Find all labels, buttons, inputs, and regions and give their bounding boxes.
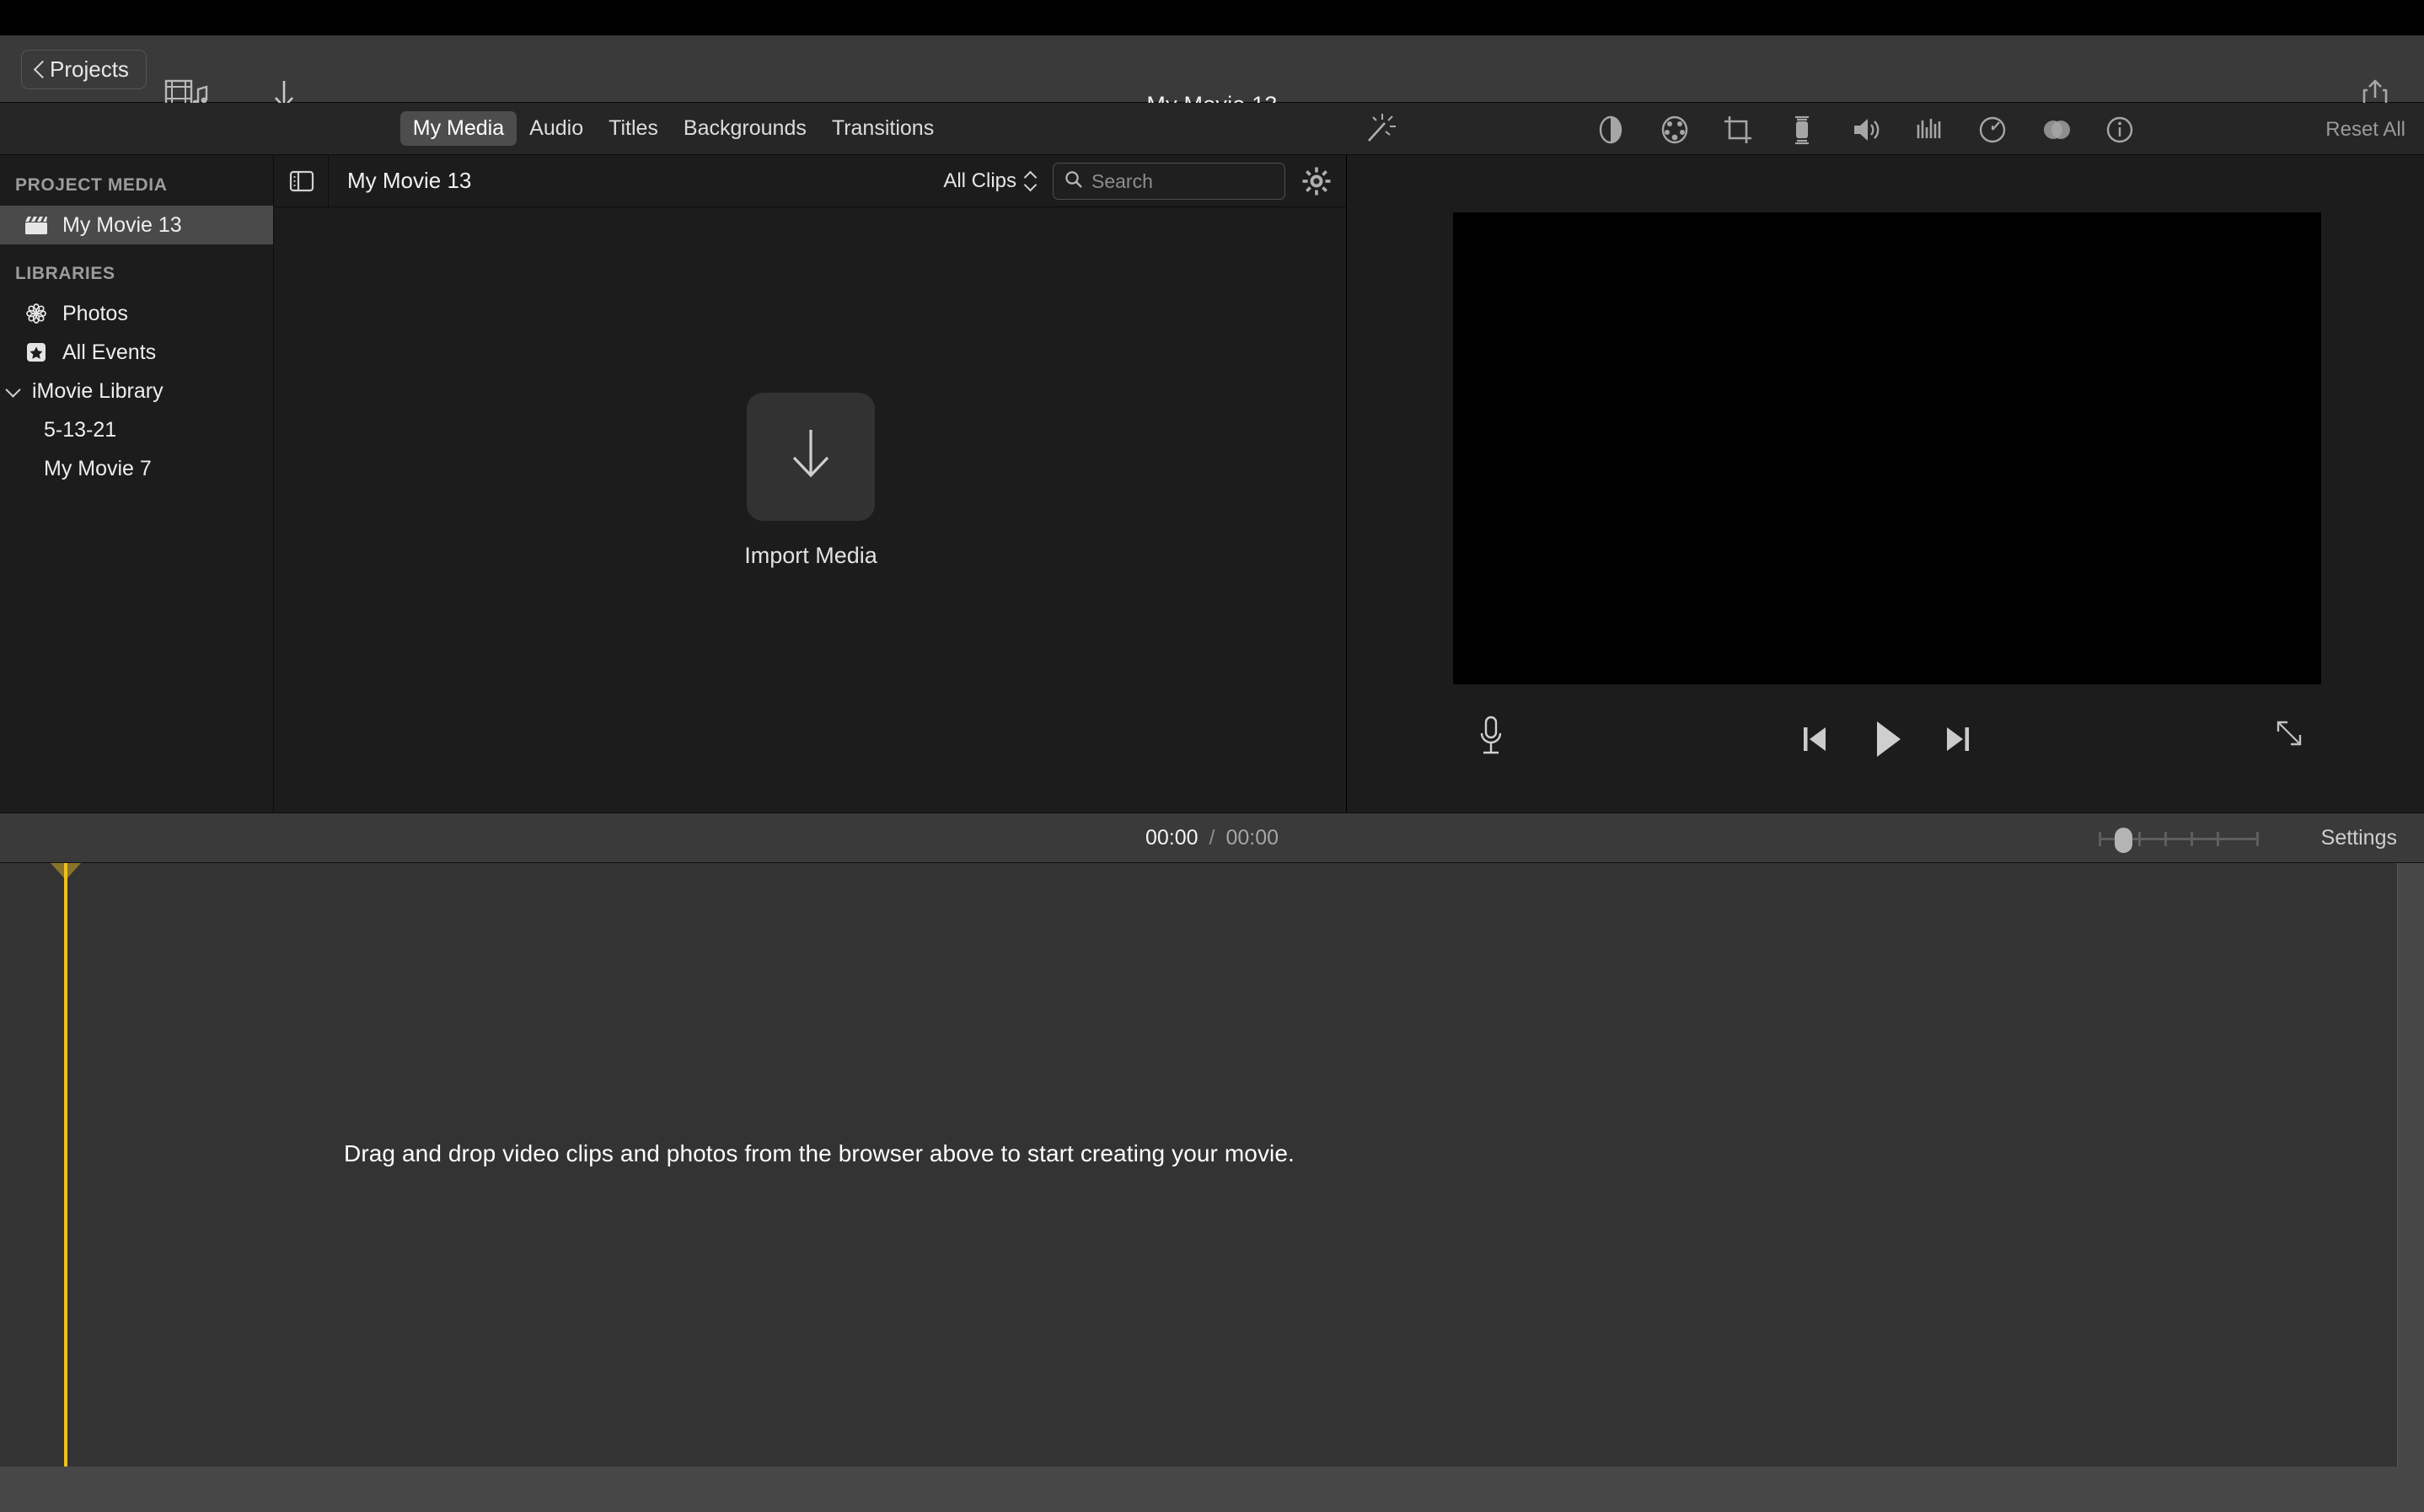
- sidebar-item-all-events[interactable]: All Events: [0, 333, 273, 372]
- sidebar: PROJECT MEDIA My Movie 13 LIBRARIES Phot…: [0, 155, 274, 812]
- timecode-display: 00:00 / 00:00: [0, 813, 2424, 863]
- sidebar-item-label: 5-13-21: [44, 417, 117, 442]
- zoom-tick: [2256, 831, 2259, 846]
- tab-my-media[interactable]: My Media: [400, 111, 518, 146]
- tab-titles[interactable]: Titles: [596, 111, 671, 146]
- expand-icon[interactable]: [2271, 715, 2316, 760]
- import-media-dropzone[interactable]: Import Media: [275, 207, 1347, 812]
- crop-icon[interactable]: [1719, 110, 1757, 149]
- search-input[interactable]: Search: [1053, 163, 1285, 200]
- playhead[interactable]: [64, 863, 67, 1466]
- timeline[interactable]: [0, 863, 2398, 1466]
- volume-icon[interactable]: [1846, 110, 1885, 149]
- clapperboard-icon: [22, 212, 51, 238]
- zoom-slider[interactable]: [2099, 827, 2259, 853]
- color-balance-icon[interactable]: [1591, 110, 1630, 149]
- filters-icon[interactable]: [2037, 110, 2076, 149]
- photos-icon: [22, 301, 51, 326]
- sidebar-section-libraries: LIBRARIES: [15, 264, 115, 283]
- sidebar-item-my-movie-13[interactable]: My Movie 13: [0, 206, 273, 244]
- window-bottom-bar: [0, 1466, 2424, 1512]
- sidebar-toggle-icon[interactable]: [275, 154, 329, 207]
- browser-title: My Movie 13: [347, 168, 472, 193]
- sidebar-item-label: All Events: [62, 340, 157, 364]
- sidebar-item-label: iMovie Library: [32, 378, 164, 403]
- zoom-slider-knob[interactable]: [2115, 827, 2132, 853]
- tab-audio[interactable]: Audio: [517, 111, 596, 146]
- adjust-toolbar: Reset All: [1347, 103, 2424, 155]
- search-placeholder: Search: [1091, 169, 1153, 192]
- adjust-icon-group: [1591, 110, 2139, 149]
- all-events-icon: [22, 340, 51, 365]
- sidebar-item-label: Photos: [62, 301, 128, 325]
- stabilization-icon[interactable]: [1783, 110, 1821, 149]
- media-tabs: My Media Audio Titles Backgrounds Transi…: [0, 103, 1347, 155]
- zoom-tick: [2191, 831, 2193, 846]
- search-icon: [1064, 169, 1084, 194]
- chevron-up-down-icon: [1024, 169, 1038, 193]
- browser-header-controls: All Clips Search: [943, 155, 1334, 207]
- tab-transitions[interactable]: Transitions: [819, 111, 947, 146]
- sidebar-section-project-media: PROJECT MEDIA: [15, 175, 168, 195]
- playback-controls: [1348, 694, 2424, 787]
- import-media-button[interactable]: [747, 392, 875, 521]
- download-arrow-icon: [780, 420, 842, 493]
- all-clips-filter[interactable]: All Clips: [943, 169, 1038, 193]
- equalizer-icon[interactable]: [1910, 110, 1949, 149]
- magic-wand-icon[interactable]: [1361, 110, 1398, 147]
- title-bar: Projects My Movie 13: [0, 35, 2424, 117]
- sidebar-item-photos[interactable]: Photos: [0, 294, 273, 333]
- sidebar-item-label: My Movie 7: [44, 456, 152, 480]
- timeline-right-gutter: [2398, 863, 2424, 1466]
- media-browser: My Movie 13 All Clips Search Import Medi…: [275, 154, 1347, 812]
- info-icon[interactable]: [2100, 110, 2139, 149]
- tab-backgrounds[interactable]: Backgrounds: [671, 111, 819, 146]
- speed-icon[interactable]: [1973, 110, 2012, 149]
- total-timecode: 00:00: [1225, 826, 1279, 850]
- skip-to-end-icon[interactable]: [1934, 715, 1983, 764]
- zoom-tick: [2217, 831, 2219, 846]
- viewer-panel: [1348, 155, 2424, 812]
- sidebar-item-label: My Movie 13: [62, 212, 182, 237]
- timeline-zoom-control[interactable]: [2099, 813, 2259, 863]
- sidebar-item-imovie-library[interactable]: iMovie Library: [0, 372, 273, 410]
- disclosure-open-icon[interactable]: [3, 381, 24, 401]
- timecode-separator: /: [1209, 826, 1215, 850]
- import-media-label: Import Media: [744, 542, 877, 568]
- zoom-tick: [2138, 831, 2141, 846]
- window-top-strip: [0, 0, 2424, 35]
- zoom-tick: [2164, 831, 2167, 846]
- gear-icon[interactable]: [1299, 164, 1334, 199]
- current-timecode: 00:00: [1145, 826, 1199, 850]
- timeline-settings-button[interactable]: Settings: [2321, 813, 2397, 863]
- color-correction-icon[interactable]: [1655, 110, 1694, 149]
- video-preview[interactable]: [1453, 212, 2321, 684]
- play-icon[interactable]: [1862, 715, 1911, 764]
- transport-controls: [1348, 713, 2424, 765]
- skip-to-start-icon[interactable]: [1789, 715, 1838, 764]
- timeline-toolbar: 00:00 / 00:00 Settings: [0, 812, 2424, 863]
- sidebar-item-5-13-21[interactable]: 5-13-21: [0, 410, 273, 449]
- reset-all-button[interactable]: Reset All: [2325, 118, 2405, 142]
- zoom-tick: [2099, 831, 2101, 846]
- all-clips-label: All Clips: [943, 169, 1016, 192]
- imovie-window: Projects My Movie 13: [0, 0, 2424, 1512]
- sidebar-item-my-movie-7[interactable]: My Movie 7: [0, 449, 273, 488]
- browser-header: My Movie 13 All Clips Search: [275, 154, 1346, 207]
